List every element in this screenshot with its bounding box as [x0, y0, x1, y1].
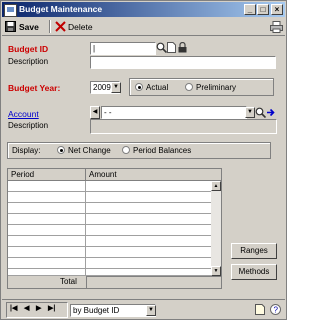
note-icon[interactable] [167, 42, 176, 53]
account-dropdown-arrow-icon[interactable]: ▼ [245, 107, 255, 118]
save-icon [5, 21, 16, 32]
radio-preliminary-label: Preliminary [196, 83, 237, 92]
last-record-icon[interactable]: ▶| [48, 304, 55, 312]
sort-order-dropdown-arrow-icon[interactable]: ▼ [146, 305, 156, 316]
note-icon[interactable] [255, 304, 265, 315]
account-lookup-icon[interactable] [255, 107, 266, 118]
save-label[interactable]: Save [19, 22, 39, 32]
window-title: Budget Maintenance [19, 4, 103, 14]
description-label: Description [8, 57, 49, 66]
total-label: Total [60, 277, 77, 286]
grid-row[interactable] [8, 203, 211, 214]
title-bar: Budget Maintenance _ □ × [2, 2, 285, 17]
lookup-icon[interactable] [156, 42, 167, 53]
radio-actual-label: Actual [146, 83, 169, 92]
window-app-icon [4, 4, 17, 17]
description-field[interactable] [90, 56, 276, 69]
budget-grid: Period Amount ▲ ▼ Total [7, 168, 222, 289]
delete-x-icon [55, 21, 66, 32]
radio-net-change-label: Net Change [68, 146, 111, 155]
grid-row[interactable] [8, 247, 211, 258]
account-expand-left-icon[interactable]: ◀ [90, 106, 100, 119]
budget-year-dropdown-arrow-icon[interactable]: ▼ [111, 82, 121, 93]
next-record-icon[interactable]: ▶ [36, 304, 41, 312]
grid-row[interactable] [8, 192, 211, 203]
sort-order-select[interactable]: by Budget ID [70, 304, 156, 317]
radio-actual[interactable] [135, 83, 143, 91]
maximize-button[interactable]: □ [257, 4, 269, 15]
toolbar: Save Delete [2, 18, 285, 36]
ranges-button[interactable]: Ranges [231, 243, 277, 259]
radio-period-balances[interactable] [122, 146, 130, 154]
total-field [86, 276, 221, 288]
grid-row[interactable] [8, 258, 211, 269]
column-header-period[interactable]: Period [11, 170, 34, 179]
radio-net-change[interactable] [57, 146, 65, 154]
lock-icon[interactable] [178, 42, 187, 53]
grid-row[interactable] [8, 214, 211, 225]
status-bar: |◀ ◀ ▶ ▶| by Budget ID ▼ ? [2, 299, 285, 319]
account-field[interactable]: - - [101, 106, 247, 119]
grid-row[interactable] [8, 225, 211, 236]
save-button[interactable] [5, 21, 16, 32]
account-link[interactable]: Account [8, 109, 39, 119]
budget-id-field[interactable]: | [90, 42, 156, 55]
radio-preliminary[interactable] [185, 83, 193, 91]
account-description-label: Description [8, 121, 49, 130]
grid-vertical-scrollbar[interactable]: ▲ ▼ [211, 181, 221, 276]
previous-record-icon[interactable]: ◀ [24, 304, 29, 312]
radio-period-balances-label: Period Balances [133, 146, 192, 155]
first-record-icon[interactable]: |◀ [10, 304, 17, 312]
scroll-up-arrow-icon[interactable]: ▲ [211, 181, 221, 191]
toolbar-separator [49, 20, 51, 33]
account-arrow-right-icon[interactable] [266, 107, 276, 118]
display-label: Display: [12, 146, 41, 155]
header-divider [85, 169, 86, 180]
minimize-button[interactable]: _ [244, 4, 256, 15]
close-button[interactable]: × [271, 4, 283, 15]
column-header-amount[interactable]: Amount [89, 170, 117, 179]
methods-button[interactable]: Methods [231, 264, 277, 280]
grid-header: Period Amount [8, 169, 221, 181]
grid-row[interactable] [8, 181, 211, 192]
scroll-down-arrow-icon[interactable]: ▼ [211, 266, 221, 276]
svg-text:?: ? [274, 306, 279, 315]
budget-maintenance-window: Budget Maintenance _ □ × Save Delete Bud… [0, 0, 287, 320]
delete-button[interactable] [55, 21, 66, 32]
grid-row[interactable] [8, 269, 211, 276]
help-icon[interactable]: ? [270, 304, 282, 315]
print-icon[interactable] [270, 21, 283, 33]
account-description-field [90, 119, 277, 134]
grid-row[interactable] [8, 236, 211, 247]
budget-year-label: Budget Year: [8, 83, 61, 93]
budget-id-label: Budget ID [8, 44, 49, 54]
delete-label[interactable]: Delete [68, 22, 93, 32]
